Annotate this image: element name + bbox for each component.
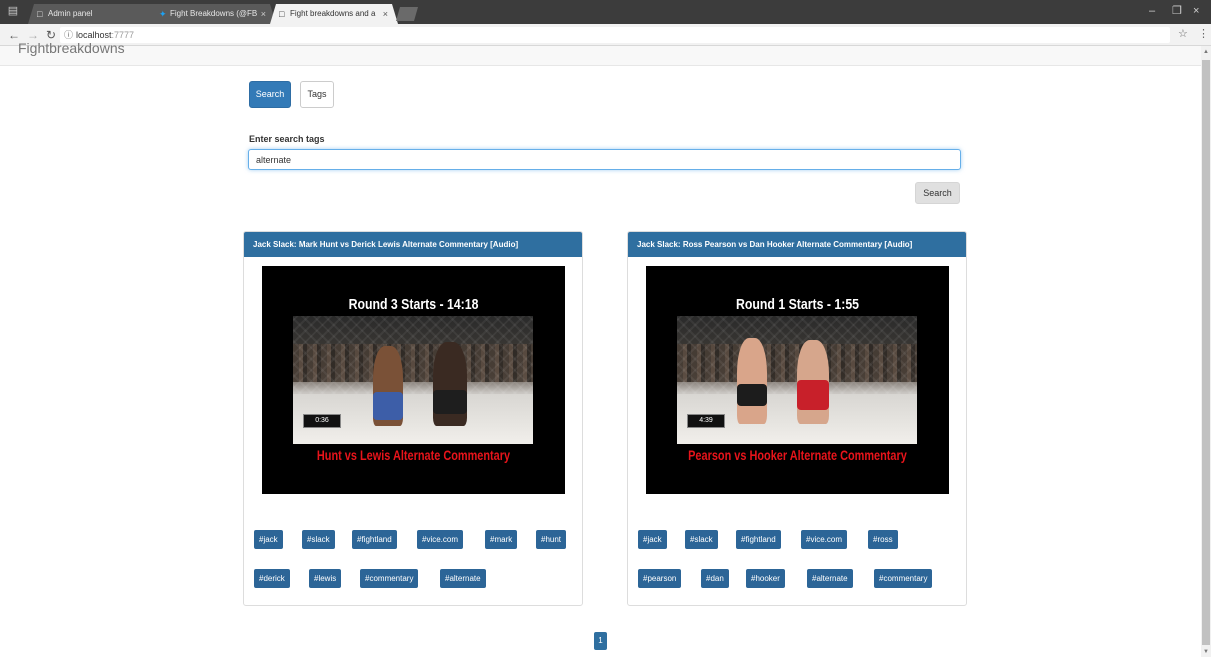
tag-link[interactable]: #derick [254, 569, 290, 588]
search-tab-button[interactable]: Search [249, 81, 291, 108]
tag-link[interactable]: #slack [302, 530, 335, 549]
tag-link[interactable]: #commentary [360, 569, 419, 588]
fight-clock: 4:39 [687, 414, 725, 428]
close-icon[interactable]: × [261, 4, 266, 24]
fight-clock: 0:36 [303, 414, 341, 428]
tag-link[interactable]: #jack [638, 530, 667, 549]
incognito-icon: ▤ [7, 5, 19, 17]
tag-link[interactable]: #mark [485, 530, 518, 549]
tag-link[interactable]: #hunt [536, 530, 567, 549]
thumbnail-commentary-text: Pearson vs Hooker Alternate Commentary [688, 447, 907, 463]
search-submit-button[interactable]: Search [915, 182, 960, 204]
thumbnail-round-text: Round 3 Starts - 14:18 [348, 296, 479, 313]
page-icon: □ [279, 9, 285, 19]
tag-link[interactable]: #fightland [736, 530, 781, 549]
tab-title: Fight Breakdowns (@FB [170, 9, 258, 18]
bookmark-star-icon[interactable]: ☆ [1178, 27, 1188, 40]
restore-icon[interactable]: ❐ [1172, 4, 1182, 18]
tag-link[interactable]: #slack [685, 530, 718, 549]
result-title[interactable]: Jack Slack: Mark Hunt vs Derick Lewis Al… [244, 232, 582, 257]
new-tab-button[interactable] [396, 7, 418, 21]
browser-tab-fight-breakdowns[interactable]: □ Fight breakdowns and a × [270, 4, 398, 24]
address-bar: ← → ↻ ⓘ localhost:7777 ☆ ⋮ [0, 24, 1211, 46]
tag-link[interactable]: #alternate [807, 569, 853, 588]
site-navbar: Fightbreakdowns [0, 40, 1201, 66]
thumbnail-commentary-text: Hunt vs Lewis Alternate Commentary [316, 447, 511, 463]
menu-dots-icon[interactable]: ⋮ [1198, 27, 1209, 40]
search-tags-label: Enter search tags [249, 134, 325, 144]
tag-link[interactable]: #jack [254, 530, 283, 549]
page-content: Fightbreakdowns Search Tags Enter search… [0, 40, 1201, 657]
scroll-down-icon[interactable]: ▼ [1203, 649, 1209, 655]
result-card: Jack Slack: Mark Hunt vs Derick Lewis Al… [243, 231, 583, 606]
tags-tab-button[interactable]: Tags [300, 81, 334, 108]
tab-title: Fight breakdowns and a [290, 9, 376, 18]
tag-link[interactable]: #commentary [874, 569, 933, 588]
minimize-icon[interactable]: – [1149, 4, 1155, 18]
site-brand[interactable]: Fightbreakdowns [18, 40, 125, 56]
page-icon: □ [37, 9, 43, 19]
tab-title: Admin panel [48, 9, 93, 18]
tag-link[interactable]: #ross [868, 530, 898, 549]
result-card: Jack Slack: Ross Pearson vs Dan Hooker A… [627, 231, 967, 606]
url-host: localhost [76, 30, 112, 40]
pagination-page-1[interactable]: 1 [594, 632, 607, 650]
browser-tab-fight-breakdowns-twitter[interactable]: ✦ Fight Breakdowns (@FB × [150, 4, 276, 24]
search-tags-input[interactable] [248, 149, 961, 170]
url-field[interactable]: ⓘ localhost:7777 [60, 27, 1170, 43]
tag-link[interactable]: #fightland [352, 530, 397, 549]
close-icon[interactable]: × [383, 4, 388, 24]
fight-scene-image: 0:36 [293, 316, 533, 444]
tag-link[interactable]: #vice.com [801, 530, 848, 549]
tag-link[interactable]: #lewis [309, 569, 342, 588]
tag-link[interactable]: #hooker [746, 569, 785, 588]
result-title[interactable]: Jack Slack: Ross Pearson vs Dan Hooker A… [628, 232, 966, 257]
tag-link[interactable]: #vice.com [417, 530, 464, 549]
browser-tab-strip: ▤ □ Admin panel × ✦ Fight Breakdowns (@F… [0, 0, 1211, 24]
video-thumbnail[interactable]: Round 1 Starts - 1:55 4:39 Pearson vs Ho… [646, 266, 949, 494]
tag-link[interactable]: #dan [701, 569, 729, 588]
thumbnail-round-text: Round 1 Starts - 1:55 [735, 296, 860, 313]
twitter-icon: ✦ [159, 9, 167, 19]
close-window-icon[interactable]: × [1193, 4, 1199, 18]
scrollbar-thumb[interactable] [1202, 60, 1210, 645]
tag-link[interactable]: #pearson [638, 569, 682, 588]
page-scrollbar[interactable]: ▲ ▼ [1201, 46, 1211, 657]
video-thumbnail[interactable]: Round 3 Starts - 14:18 0:36 Hunt vs Lewi… [262, 266, 565, 494]
url-port: :7777 [111, 30, 135, 40]
scroll-up-icon[interactable]: ▲ [1203, 49, 1209, 55]
tag-link[interactable]: #alternate [440, 569, 486, 588]
fight-scene-image: 4:39 [677, 316, 917, 444]
